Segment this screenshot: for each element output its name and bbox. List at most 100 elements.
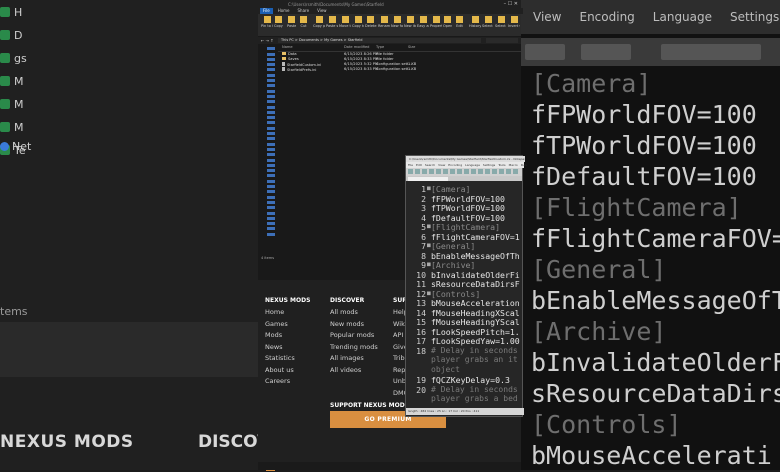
footer-link[interactable]: All videos: [330, 366, 378, 378]
footer-link[interactable]: Careers: [265, 377, 310, 389]
nav-item[interactable]: [267, 126, 275, 130]
toolbar-icon[interactable]: [506, 169, 511, 174]
ribbon-button[interactable]: New folder: [391, 16, 403, 28]
ribbon-button[interactable]: Rename: [378, 16, 390, 28]
nav-item[interactable]: [267, 84, 275, 88]
ribbon-button[interactable]: Copy path: [313, 16, 325, 28]
explorer-search-input[interactable]: [486, 38, 518, 43]
nav-item[interactable]: [267, 206, 275, 210]
footer-link[interactable]: News: [265, 343, 310, 355]
nav-item[interactable]: [267, 163, 275, 167]
footer-link[interactable]: New mods: [330, 320, 378, 332]
back-forward-icon[interactable]: ← → ↑: [261, 38, 274, 43]
toolbar-icon[interactable]: [443, 169, 448, 174]
toolbar-icon[interactable]: [499, 169, 504, 174]
nav-item[interactable]: [267, 153, 275, 157]
nav-item[interactable]: [267, 94, 275, 98]
nav-item[interactable]: [267, 121, 275, 125]
nav-item[interactable]: [267, 174, 275, 178]
ribbon-button[interactable]: Properties: [430, 16, 442, 28]
footer-link[interactable]: About us: [265, 366, 310, 378]
window-controls-icon[interactable]: – ☐ ✕: [504, 1, 518, 7]
nav-item[interactable]: [267, 147, 275, 151]
address-path[interactable]: This PC > Documents > My Games > Starfie…: [278, 38, 481, 43]
ribbon-button[interactable]: Open: [443, 16, 452, 28]
nav-item[interactable]: [267, 100, 275, 104]
toolbar-icon[interactable]: [485, 169, 490, 174]
desktop-item[interactable]: M: [0, 116, 40, 138]
desktop-item[interactable]: H: [0, 1, 40, 23]
footer-link[interactable]: Mods: [265, 331, 310, 343]
nav-item[interactable]: [267, 216, 275, 220]
nav-item[interactable]: [267, 73, 275, 77]
toolbar-icon[interactable]: [478, 169, 483, 174]
nav-item[interactable]: [267, 68, 275, 72]
ribbon-button[interactable]: Edit: [456, 16, 463, 28]
ribbon-button[interactable]: Paste: [287, 16, 296, 28]
nav-item[interactable]: [267, 211, 275, 215]
footer-link[interactable]: Games: [265, 320, 310, 332]
footer-link[interactable]: Trending mods: [330, 343, 378, 355]
column-header[interactable]: Type: [376, 45, 384, 49]
nav-item[interactable]: [267, 190, 275, 194]
nav-item[interactable]: [267, 158, 275, 162]
toolbar-icon[interactable]: [471, 169, 476, 174]
nav-item[interactable]: [267, 47, 275, 51]
nav-item[interactable]: [267, 63, 275, 67]
ribbon-button[interactable]: Paste shortcut: [326, 16, 338, 28]
nav-item[interactable]: [267, 116, 275, 120]
nav-item[interactable]: [267, 79, 275, 83]
nav-item[interactable]: [267, 200, 275, 204]
tab-starfieldcustom[interactable]: [408, 177, 448, 181]
toolbar-icon[interactable]: [422, 169, 427, 174]
toolbar-icon[interactable]: [492, 169, 497, 174]
toolbar-icon[interactable]: [429, 169, 434, 174]
nav-item[interactable]: [267, 222, 275, 226]
nav-item[interactable]: [267, 227, 275, 231]
footer-link[interactable]: Home: [265, 308, 310, 320]
toolbar-icon[interactable]: [513, 169, 518, 174]
toolbar-icon[interactable]: [436, 169, 441, 174]
notepad-editor[interactable]: 1 ■ [Camera] 2 fFPWorldFOV=100 3 fTPWorldFOV=1…: [406, 182, 522, 408]
ribbon-button[interactable]: Delete: [365, 16, 377, 28]
toolbar-icon[interactable]: [464, 169, 469, 174]
toolbar-icon[interactable]: [450, 169, 455, 174]
toolbar-icon[interactable]: [457, 169, 462, 174]
ribbon-button[interactable]: Easy access: [417, 16, 429, 28]
desktop-item[interactable]: gs: [0, 47, 40, 69]
column-header[interactable]: Size: [408, 45, 415, 49]
toolbar-icon[interactable]: [415, 169, 420, 174]
ribbon-button[interactable]: Invert selection: [508, 16, 520, 28]
column-header[interactable]: Date modified: [344, 45, 369, 49]
ribbon-button[interactable]: History: [469, 16, 481, 28]
desktop-item[interactable]: M: [0, 93, 40, 115]
footer-link[interactable]: All mods: [330, 308, 378, 320]
desktop-item[interactable]: D: [0, 24, 40, 46]
toolbar-icon[interactable]: [408, 169, 413, 174]
ribbon-button[interactable]: Select all: [482, 16, 494, 28]
nav-item[interactable]: [267, 57, 275, 61]
file-row[interactable]: StarfieldPrefs.ini 6/15/2023 8:33 PM Confi…: [278, 67, 521, 72]
nav-item[interactable]: [267, 232, 275, 236]
footer-link[interactable]: Statistics: [265, 354, 310, 366]
nav-item[interactable]: [267, 105, 275, 109]
ribbon-button[interactable]: Select none: [495, 16, 507, 28]
ribbon-button[interactable]: New item: [404, 16, 416, 28]
ribbon-button[interactable]: Cut: [300, 16, 307, 28]
nav-item[interactable]: [267, 185, 275, 189]
ribbon-button[interactable]: Copy: [274, 16, 283, 28]
nav-item[interactable]: [267, 52, 275, 56]
nav-item[interactable]: [267, 132, 275, 136]
desktop-item[interactable]: M: [0, 70, 40, 92]
ribbon-button[interactable]: Pin to Quick access: [261, 16, 273, 28]
nav-item[interactable]: [267, 137, 275, 141]
footer-link[interactable]: All images: [330, 354, 378, 366]
ribbon-button[interactable]: Move to: [339, 16, 351, 28]
column-header[interactable]: Name: [282, 45, 293, 49]
nav-item[interactable]: [267, 89, 275, 93]
nav-item[interactable]: [267, 142, 275, 146]
nav-item[interactable]: [267, 110, 275, 114]
nav-item[interactable]: [267, 169, 275, 173]
nav-item[interactable]: [267, 195, 275, 199]
nav-item[interactable]: [267, 179, 275, 183]
